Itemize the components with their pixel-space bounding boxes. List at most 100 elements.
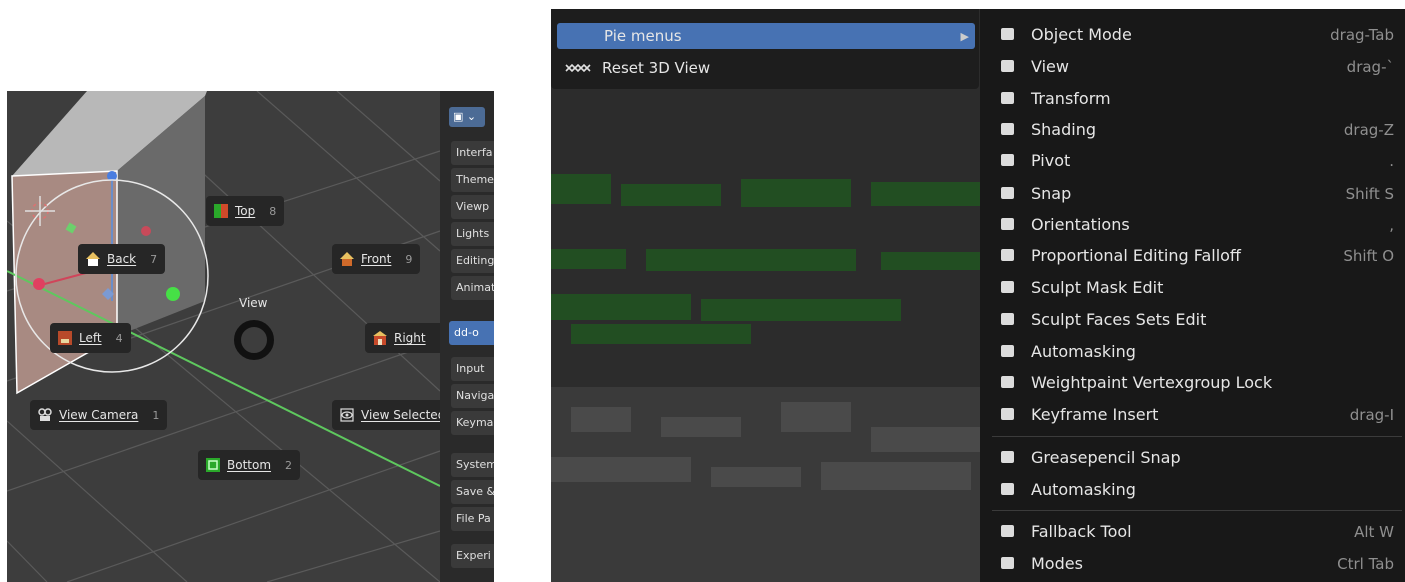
submenu-item-shortcut: drag-Z (1343, 120, 1394, 139)
pref-tab-input[interactable]: Input (451, 357, 494, 381)
3d-viewport[interactable]: View Top 8 Back 7 Front 9 Left 4 Right 6… (7, 91, 494, 582)
view-left-icon (58, 331, 72, 345)
pref-tab-viewport[interactable]: Viewp (451, 195, 494, 219)
menu-icon (1001, 92, 1014, 104)
submenu-item-shading[interactable]: Shading drag-Z (980, 114, 1405, 145)
menu-icon (1001, 483, 1014, 495)
menu-icon (1001, 281, 1014, 293)
submenu-item-label: Sculpt Mask Edit (1031, 278, 1164, 297)
submenu-item-automasking[interactable]: Automasking (980, 336, 1405, 367)
submenu-item-shortcut: , (1389, 215, 1394, 234)
pref-tab-addons[interactable]: dd-o (449, 321, 494, 345)
view-back-icon (86, 252, 100, 266)
submenu-item-label: Sculpt Faces Sets Edit (1031, 310, 1207, 329)
pie-item-label: Back (107, 252, 137, 266)
submenu-item-modes[interactable]: Modes Ctrl Tab (980, 548, 1405, 579)
pref-tab-navigation[interactable]: Naviga (451, 384, 494, 408)
submenu-item-label: Fallback Tool (1031, 522, 1132, 541)
submenu-item-shortcut: drag-` (1346, 57, 1394, 76)
pie-item-back[interactable]: Back 7 (78, 244, 166, 274)
submenu-item-label: Transform (1031, 89, 1111, 108)
submenu-item-pivot[interactable]: Pivot. (980, 145, 1405, 176)
pie-item-label: Top (235, 204, 256, 218)
submenu-item-shortcut: Shift O (1343, 246, 1394, 265)
pie-item-shortcut: 9 (405, 252, 413, 266)
pie-item-label: View Selected (361, 408, 446, 422)
submenu-item-sculpt-mask-edit[interactable]: Sculpt Mask Edit (980, 272, 1405, 303)
submenu-item-shortcut: Ctrl Tab (1337, 554, 1394, 573)
submenu-item-label: Object Mode (1031, 25, 1132, 44)
menu-icon (1001, 28, 1014, 40)
submenu-item-view[interactable]: View drag-` (980, 51, 1405, 82)
submenu-item-label: Greasepencil Snap (1031, 448, 1181, 467)
submenu-item-orientations[interactable]: Orientations, (980, 209, 1405, 240)
submenu-item-label: View (1031, 57, 1069, 76)
menu-icon (1001, 376, 1014, 388)
pie-item-label: Left (79, 331, 102, 345)
menu-separator (992, 510, 1402, 511)
menu-screenshot: Pie menus ▶ Reset 3D View Object Mode dra… (551, 9, 1405, 582)
parent-menu: Pie menus ▶ Reset 3D View (551, 9, 979, 89)
view-right-icon (373, 331, 387, 345)
pie-item-shortcut: 4 (115, 331, 123, 345)
pref-tab-lights[interactable]: Lights (451, 222, 494, 246)
menu-icon (1001, 123, 1014, 135)
pref-tab-system[interactable]: System (451, 453, 494, 477)
pref-tab-save-load[interactable]: Save & (451, 480, 494, 504)
pie-item-shortcut: 7 (150, 252, 158, 266)
pie-item-label: Bottom (227, 458, 272, 472)
view-top-icon (214, 204, 228, 218)
submenu-item-keyframe-insert[interactable]: Keyframe Insert drag-I (980, 399, 1405, 430)
menu-icon (1001, 408, 1014, 420)
menu-item-reset-3d-view[interactable]: Reset 3D View (557, 55, 975, 81)
submenu-item-label: Modes (1031, 554, 1083, 573)
pref-tab-animation[interactable]: Animat (451, 276, 494, 300)
submenu-item-label: Shading (1031, 120, 1096, 139)
pie-item-top[interactable]: Top 8 (206, 196, 285, 226)
pref-tab-file-paths[interactable]: File Pa (451, 507, 494, 531)
submenu-item-label: Automasking (1031, 480, 1136, 499)
submenu-item-snap[interactable]: Snap Shift S (980, 178, 1405, 209)
menu-item-pie-menus[interactable]: Pie menus ▶ (557, 23, 975, 49)
submenu-item-weightpaint-vertexgroup-lock[interactable]: Weightpaint Vertexgroup Lock (980, 367, 1405, 398)
pref-tab-experimental[interactable]: Experi (451, 544, 494, 568)
pie-item-view-camera[interactable]: View Camera 1 (30, 400, 168, 430)
pie-item-label: View Camera (59, 408, 139, 422)
pref-tab-themes[interactable]: Theme (451, 168, 494, 192)
editor-type-button[interactable]: ▣ ⌄ (449, 107, 485, 127)
menu-item-label: Pie menus (604, 27, 682, 45)
submenu-arrow-icon: ▶ (960, 29, 969, 43)
pref-tab-keymap[interactable]: Keyma (451, 411, 494, 435)
submenu-item-proportional-editing-falloff[interactable]: Proportional Editing Falloff Shift O (980, 240, 1405, 271)
submenu-item-transform[interactable]: Transform (980, 83, 1405, 114)
submenu-item-label: Snap (1031, 184, 1072, 203)
pie-item-left[interactable]: Left 4 (50, 323, 131, 353)
view-bottom-icon (206, 458, 220, 472)
submenu-item-greasepencil-snap[interactable]: Greasepencil Snap (980, 442, 1405, 473)
submenu-item-fallback-tool[interactable]: Fallback Tool Alt W (980, 516, 1405, 547)
menu-icon (1001, 154, 1014, 166)
submenu-item-label: Keyframe Insert (1031, 405, 1159, 424)
pie-menu-title: View (239, 296, 268, 310)
submenu-item-label: Weightpaint Vertexgroup Lock (1031, 373, 1273, 392)
menu-icon (1001, 451, 1014, 463)
pie-center-ring (234, 320, 274, 360)
submenu-item-sculpt-faces-sets-edit[interactable]: Sculpt Faces Sets Edit (980, 304, 1405, 335)
menu-separator (992, 436, 1402, 437)
submenu-item-object-mode[interactable]: Object Mode drag-Tab (980, 19, 1405, 50)
pref-tab-interface[interactable]: Interfa (451, 141, 494, 165)
pie-item-bottom[interactable]: Bottom 2 (198, 450, 301, 480)
pie-menus-submenu: Object Mode drag-Tab View drag-` Transform… (980, 9, 1405, 582)
menu-icon (1001, 557, 1014, 569)
pie-item-shortcut: 8 (269, 204, 277, 218)
submenu-item-automasking-gp[interactable]: Automasking (980, 474, 1405, 505)
pref-tab-editing[interactable]: Editing (451, 249, 494, 273)
pie-item-front[interactable]: Front 9 (332, 244, 421, 274)
menu-icon (1001, 187, 1014, 199)
submenu-item-shortcut: . (1389, 151, 1394, 170)
pie-item-shortcut: 2 (285, 458, 293, 472)
preferences-sidebar: ▣ ⌄ Interfa Theme Viewp Lights Editing A… (440, 91, 494, 582)
menu-icon (1001, 60, 1014, 72)
submenu-item-label: Pivot (1031, 151, 1071, 170)
pie-item-label: Right (394, 331, 426, 345)
